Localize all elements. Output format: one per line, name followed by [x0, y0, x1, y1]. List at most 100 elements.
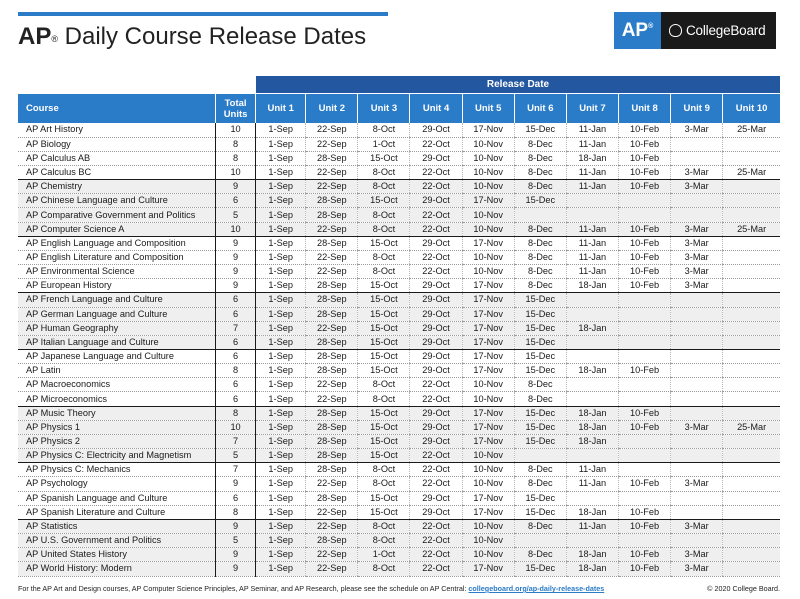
unit-2-date: 28-Sep	[305, 434, 358, 450]
unit-6-date: 15-Dec	[513, 335, 567, 351]
unit-8-date: 10-Feb	[617, 165, 671, 181]
footnote-text: For the AP Art and Design courses, AP Co…	[18, 584, 469, 593]
table-row: AP Computer Science A 10 1-Sep 22-Sep 8-Oct 2…	[18, 222, 780, 237]
unit-8-date: 10-Feb	[617, 236, 671, 251]
unit-1-date: 1-Sep	[255, 137, 306, 152]
unit-7-date: 11-Jan	[565, 179, 619, 195]
unit-3-date: 8-Oct	[357, 179, 410, 195]
table-row: AP Psychology 9 1-Sep 22-Sep 8-Oct 22-Oct 10-N…	[18, 476, 780, 492]
unit-7-date: 18-Jan	[565, 321, 619, 336]
unit-10-date	[722, 505, 780, 520]
unit-7-date: 18-Jan	[565, 151, 619, 166]
collegeboard-logo: CollegeBoard	[661, 12, 776, 49]
course-name: AP Comparative Government and Politics	[18, 207, 216, 223]
total-units: 6	[215, 391, 256, 407]
unit-7-date: 11-Jan	[565, 165, 619, 181]
ap-logo: AP ®	[614, 12, 661, 49]
unit-6-date: 15-Dec	[513, 292, 567, 308]
unit-9-date	[670, 363, 723, 379]
unit-9-date	[670, 307, 723, 322]
unit-4-date: 22-Oct	[409, 250, 463, 266]
unit-7-date	[565, 292, 619, 308]
unit-2-date: 22-Sep	[305, 391, 358, 407]
unit-7-date: 11-Jan	[565, 264, 619, 280]
column-header-unit-7: Unit 7	[566, 94, 619, 123]
unit-3-date: 8-Oct	[357, 462, 410, 478]
release-date-header: Release Date	[256, 76, 780, 93]
unit-1-date: 1-Sep	[255, 193, 306, 209]
unit-9-date: 3-Mar	[670, 278, 723, 294]
unit-1-date: 1-Sep	[255, 434, 306, 450]
unit-4-date: 29-Oct	[409, 505, 463, 520]
total-units: 6	[215, 335, 256, 351]
total-units: 7	[215, 321, 256, 336]
unit-8-date	[617, 292, 671, 308]
unit-1-date: 1-Sep	[255, 491, 306, 506]
unit-7-date	[565, 335, 619, 351]
total-units: 9	[215, 250, 256, 266]
unit-10-date	[722, 462, 780, 478]
table-row: AP Macroeconomics 6 1-Sep 22-Sep 8-Oct 22-Oct…	[18, 377, 780, 393]
unit-2-date: 28-Sep	[305, 151, 358, 166]
unit-2-date: 28-Sep	[305, 207, 358, 223]
unit-7-date: 11-Jan	[565, 476, 619, 492]
unit-6-date: 8-Dec	[513, 151, 567, 166]
unit-4-date: 29-Oct	[409, 321, 463, 336]
unit-6-date	[513, 533, 567, 549]
unit-4-date: 29-Oct	[409, 491, 463, 506]
unit-7-date	[565, 448, 619, 464]
total-units: 7	[215, 462, 256, 478]
unit-4-date: 29-Oct	[409, 363, 463, 379]
unit-8-date: 10-Feb	[617, 123, 671, 138]
unit-5-date: 10-Nov	[461, 533, 515, 549]
unit-1-date: 1-Sep	[255, 278, 306, 294]
course-name: AP Chemistry	[18, 179, 216, 195]
unit-9-date: 3-Mar	[670, 222, 723, 237]
unit-2-date: 28-Sep	[305, 406, 358, 421]
course-name: AP Biology	[18, 137, 216, 152]
unit-5-date: 17-Nov	[461, 505, 515, 520]
column-header-unit-6: Unit 6	[514, 94, 567, 123]
unit-1-date: 1-Sep	[255, 349, 306, 365]
table-row: AP Statistics 9 1-Sep 22-Sep 8-Oct 22-Oct 10-N…	[18, 519, 780, 535]
unit-8-date	[617, 462, 671, 478]
unit-5-date: 10-Nov	[461, 391, 515, 407]
unit-9-date	[670, 193, 723, 209]
copyright: © 2020 College Board.	[707, 584, 780, 593]
unit-3-date: 8-Oct	[357, 123, 410, 138]
unit-1-date: 1-Sep	[255, 406, 306, 421]
unit-2-date: 22-Sep	[305, 519, 358, 535]
unit-8-date: 10-Feb	[617, 406, 671, 421]
unit-2-date: 28-Sep	[305, 363, 358, 379]
table-row: AP Calculus BC 10 1-Sep 22-Sep 8-Oct 22-Oct 10…	[18, 165, 780, 181]
unit-6-date: 8-Dec	[513, 137, 567, 152]
course-name: AP Japanese Language and Culture	[18, 349, 216, 365]
unit-5-date: 10-Nov	[461, 264, 515, 280]
total-units: 6	[215, 193, 256, 209]
course-name: AP Chinese Language and Culture	[18, 193, 216, 209]
table-row: AP Latin 8 1-Sep 28-Sep 15-Oct 29-Oct 17-Nov 15…	[18, 363, 780, 379]
unit-10-date	[722, 207, 780, 223]
unit-1-date: 1-Sep	[255, 420, 306, 435]
unit-8-date: 10-Feb	[617, 250, 671, 266]
table-row: AP German Language and Culture 6 1-Sep 28-S…	[18, 307, 780, 322]
unit-3-date: 15-Oct	[357, 491, 410, 506]
unit-7-date: 18-Jan	[565, 406, 619, 421]
table-row: AP Spanish Literature and Culture 8 1-Sep 2…	[18, 505, 780, 520]
column-header-unit-4: Unit 4	[409, 94, 463, 123]
unit-4-date: 22-Oct	[409, 533, 463, 549]
unit-1-date: 1-Sep	[255, 561, 306, 577]
unit-6-date: 8-Dec	[513, 391, 567, 407]
course-name: AP United States History	[18, 547, 216, 563]
unit-2-date: 22-Sep	[305, 137, 358, 152]
unit-4-date: 22-Oct	[409, 207, 463, 223]
ap-central-link[interactable]: collegeboard.org/ap-daily-release-dates	[468, 584, 604, 593]
unit-4-date: 22-Oct	[409, 165, 463, 181]
unit-4-date: 29-Oct	[409, 292, 463, 308]
brand-logo: AP ® CollegeBoard	[614, 12, 776, 49]
table-row: AP English Language and Composition 9 1-Se…	[18, 236, 780, 251]
total-units: 9	[215, 236, 256, 251]
unit-10-date	[722, 193, 780, 209]
unit-3-date: 8-Oct	[357, 264, 410, 280]
unit-4-date: 29-Oct	[409, 335, 463, 351]
